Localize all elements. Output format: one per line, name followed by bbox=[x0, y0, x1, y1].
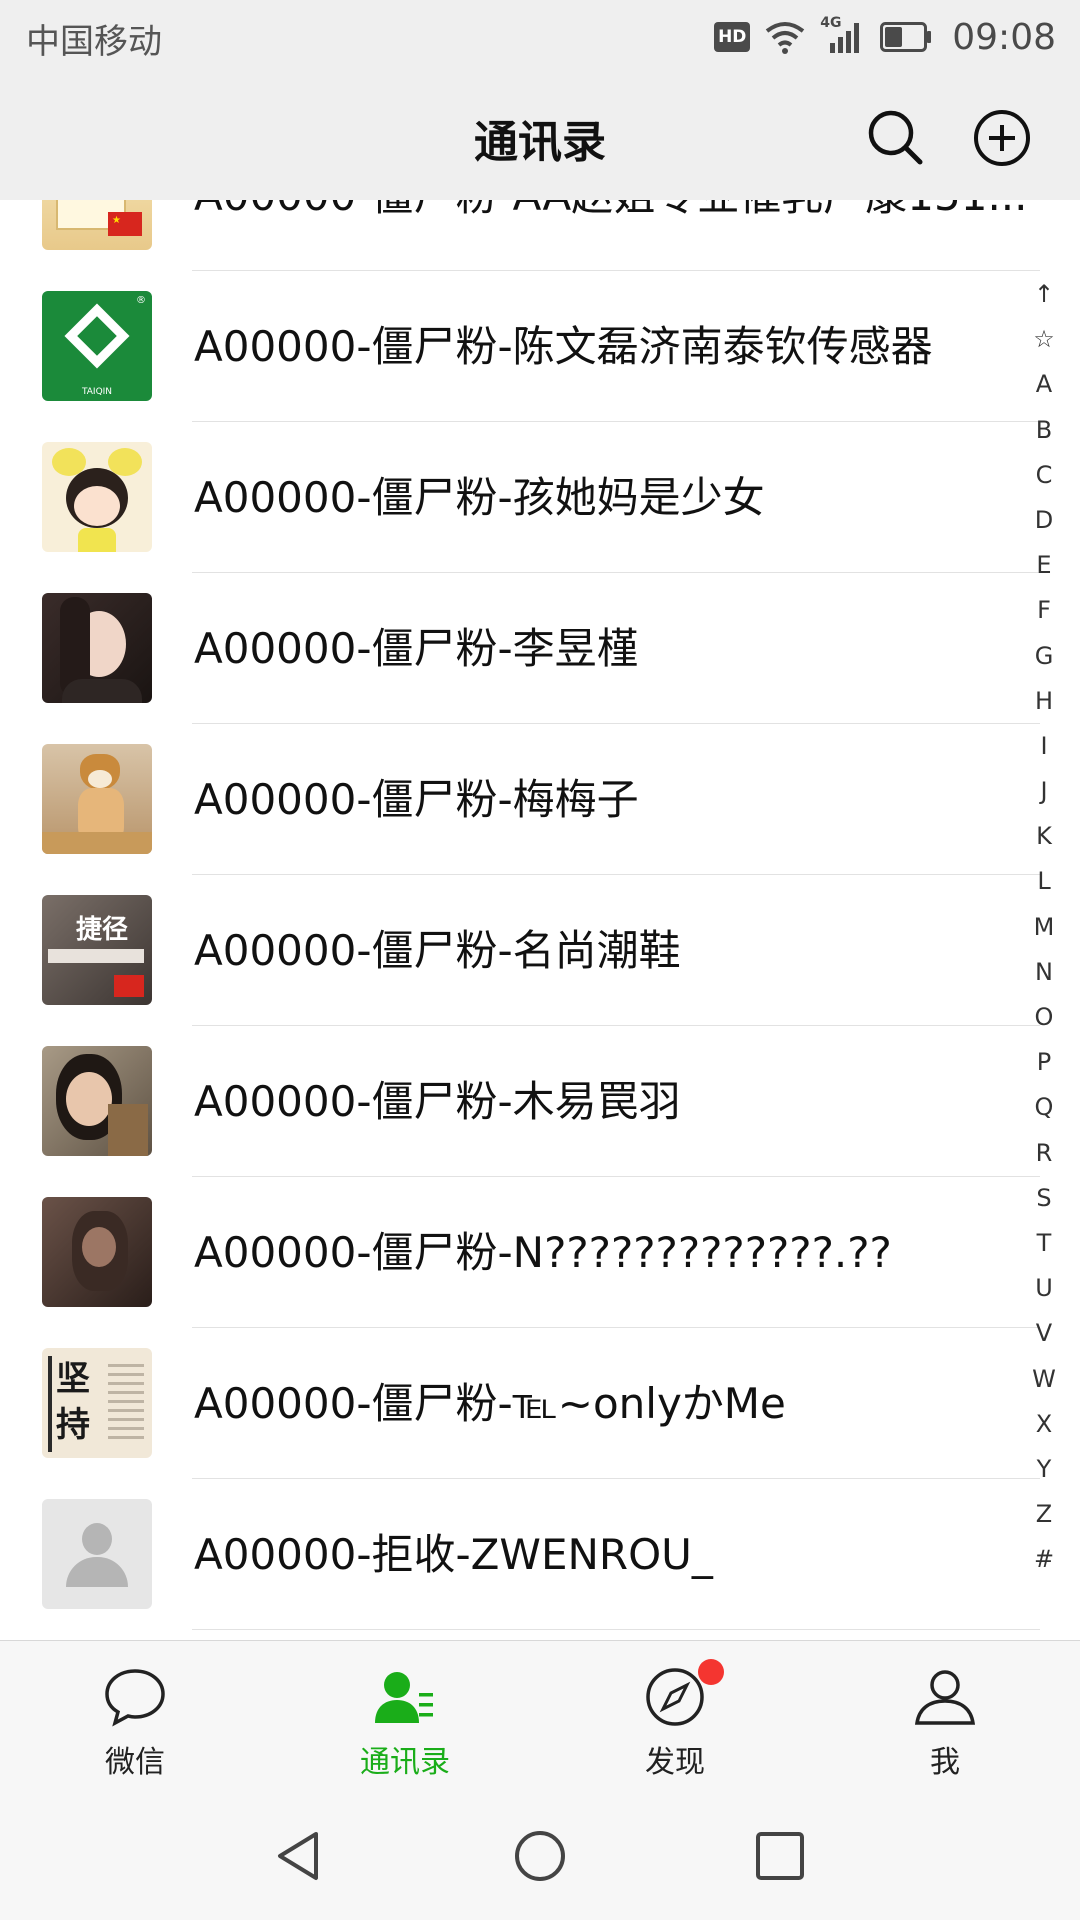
flag-badge-avatar: ★ bbox=[42, 200, 152, 250]
index-letter[interactable]: B bbox=[1036, 408, 1052, 453]
contact-row[interactable]: ® TAIQIN A00000-僵尸粉-陈文磊济南泰钦传感器 bbox=[0, 271, 1040, 422]
index-letter[interactable]: # bbox=[1034, 1537, 1054, 1582]
index-letter[interactable]: F bbox=[1037, 588, 1051, 633]
contact-row[interactable]: A00000-僵尸粉-李昱槿 bbox=[0, 573, 1040, 724]
signal-icon: 4G bbox=[820, 15, 866, 55]
index-letter[interactable]: C bbox=[1036, 453, 1053, 498]
tab-label: 微信 bbox=[105, 1745, 165, 1780]
index-letter[interactable]: ☆ bbox=[1033, 317, 1055, 362]
tab-me[interactable]: 我 bbox=[810, 1641, 1080, 1789]
contact-name: A00000-僵尸粉-孩她妈是少女 bbox=[194, 473, 765, 522]
index-letter[interactable]: ↑ bbox=[1034, 272, 1054, 317]
status-bar: 中国移动 HD 4G 09:08 bbox=[0, 0, 1080, 76]
contact-name: A00000-僵尸粉-陈文磊济南泰钦传感器 bbox=[194, 322, 933, 371]
contact-row[interactable]: A00000-僵尸粉-N?????????????.?? bbox=[0, 1177, 1040, 1328]
tab-label: 通讯录 bbox=[360, 1745, 450, 1780]
contact-name: A00000-僵尸粉-梅梅子 bbox=[194, 775, 639, 824]
avatar-text: 坚持 bbox=[56, 1359, 90, 1445]
index-letter[interactable]: Y bbox=[1037, 1447, 1052, 1492]
contact-name: A00000-僵尸粉-℡~onlyかMe bbox=[194, 1379, 786, 1428]
index-letter[interactable]: M bbox=[1034, 905, 1055, 950]
contact-row[interactable]: A00000-僵尸粉-孩她妈是少女 bbox=[0, 422, 1040, 573]
index-letter[interactable]: V bbox=[1036, 1311, 1052, 1356]
back-icon[interactable] bbox=[272, 1828, 328, 1884]
alphabet-index-bar[interactable]: ↑ ☆ A B C D E F G H I J K L M N O P Q R S T U V W X Y Z # bbox=[1020, 272, 1068, 1582]
tab-label: 我 bbox=[930, 1745, 960, 1780]
divider bbox=[192, 1629, 1040, 1630]
contact-row[interactable]: A00000-僵尸粉-木易罠羽 bbox=[0, 1026, 1040, 1177]
contact-row[interactable]: A00000-拒收-ZWENROU_ bbox=[0, 1479, 1040, 1630]
index-letter[interactable]: N bbox=[1035, 950, 1053, 995]
system-nav-bar bbox=[0, 1788, 1080, 1920]
contact-name: A00000-拒收-ZWENROU_ bbox=[194, 1530, 713, 1579]
person-icon bbox=[914, 1670, 976, 1725]
contacts-screen: 中国移动 HD 4G 09:08 通讯录 ★ ® TAIQIN A00000-僵… bbox=[0, 0, 1080, 1920]
index-letter[interactable]: P bbox=[1037, 1040, 1051, 1085]
index-letter[interactable]: O bbox=[1035, 995, 1054, 1040]
carrier-name: 中国移动 bbox=[26, 22, 162, 62]
tab-bar: 微信 通讯录 发现 我 bbox=[0, 1640, 1080, 1788]
dark-portrait-avatar bbox=[42, 1197, 152, 1307]
woman-smiling-avatar bbox=[42, 1046, 152, 1156]
hd-icon: HD bbox=[714, 22, 751, 52]
contact-row[interactable]: A00000-僵尸粉-梅梅子 bbox=[0, 724, 1040, 875]
chat-bubble-icon bbox=[105, 1669, 165, 1727]
contact-name: A00000-僵尸粉-李昱槿 bbox=[194, 624, 639, 673]
recents-icon[interactable] bbox=[752, 1828, 808, 1884]
index-letter[interactable]: H bbox=[1035, 679, 1053, 724]
title-bar: 通讯录 bbox=[0, 76, 1080, 200]
contact-row[interactable]: 坚持 A00000-僵尸粉-℡~onlyかMe bbox=[0, 1328, 1040, 1479]
home-icon[interactable] bbox=[512, 1828, 568, 1884]
add-circle-icon bbox=[974, 110, 1030, 166]
tab-discover[interactable]: 发现 bbox=[540, 1641, 810, 1789]
index-letter[interactable]: I bbox=[1040, 724, 1047, 769]
notification-badge bbox=[698, 1659, 724, 1685]
index-letter[interactable]: J bbox=[1040, 769, 1047, 814]
index-letter[interactable]: Q bbox=[1035, 1085, 1054, 1130]
shiba-dog-avatar bbox=[42, 744, 152, 854]
index-letter[interactable]: S bbox=[1036, 1176, 1051, 1221]
contacts-icon bbox=[375, 1672, 433, 1723]
search-button[interactable] bbox=[864, 106, 928, 170]
contact-name: A00000-僵尸粉-名尚潮鞋 bbox=[194, 926, 681, 975]
add-button[interactable] bbox=[970, 106, 1034, 170]
woman-photo-avatar bbox=[42, 593, 152, 703]
avatar-text: TAIQIN bbox=[81, 387, 113, 397]
wifi-icon bbox=[766, 22, 805, 54]
calligraphy-avatar: 坚持 bbox=[42, 1348, 152, 1458]
index-letter[interactable]: D bbox=[1035, 498, 1053, 543]
index-letter[interactable]: U bbox=[1035, 1266, 1053, 1311]
default-person-avatar bbox=[42, 1499, 152, 1609]
index-letter[interactable]: L bbox=[1037, 859, 1050, 904]
avatar-text: 捷径 bbox=[76, 915, 129, 945]
index-letter[interactable]: T bbox=[1037, 1221, 1052, 1266]
tab-label: 发现 bbox=[645, 1745, 705, 1780]
search-icon bbox=[868, 110, 923, 165]
tab-contacts[interactable]: 通讯录 bbox=[270, 1641, 540, 1789]
index-letter[interactable]: Z bbox=[1036, 1492, 1052, 1537]
cartoon-girl-avatar bbox=[42, 442, 152, 552]
taiqin-logo-avatar: ® TAIQIN bbox=[42, 291, 152, 401]
index-letter[interactable]: W bbox=[1032, 1357, 1056, 1402]
contact-list[interactable]: ★ A00000-僵尸粉-AA赵姐专业催乳产康151... ® TAIQIN A… bbox=[0, 200, 1040, 1640]
contact-name: A00000-僵尸粉-木易罠羽 bbox=[194, 1077, 681, 1126]
clock: 09:08 bbox=[952, 16, 1056, 58]
tab-chats[interactable]: 微信 bbox=[0, 1641, 270, 1789]
shoes-shop-avatar: 捷径 bbox=[42, 895, 152, 1005]
contact-name: A00000-僵尸粉-N?????????????.?? bbox=[194, 1228, 892, 1277]
battery-icon bbox=[880, 22, 932, 52]
index-letter[interactable]: E bbox=[1036, 543, 1051, 588]
contact-row[interactable]: 捷径 A00000-僵尸粉-名尚潮鞋 bbox=[0, 875, 1040, 1026]
contact-row[interactable]: ★ A00000-僵尸粉-AA赵姐专业催乳产康151... bbox=[0, 200, 1040, 271]
index-letter[interactable]: G bbox=[1035, 634, 1054, 679]
index-letter[interactable]: R bbox=[1036, 1131, 1053, 1176]
index-letter[interactable]: X bbox=[1036, 1402, 1052, 1447]
index-letter[interactable]: K bbox=[1036, 814, 1052, 859]
contact-name: A00000-僵尸粉-AA赵姐专业催乳产康151... bbox=[194, 200, 1040, 271]
status-icons: HD 4G 09:08 bbox=[714, 12, 1056, 62]
index-letter[interactable]: A bbox=[1036, 362, 1052, 407]
